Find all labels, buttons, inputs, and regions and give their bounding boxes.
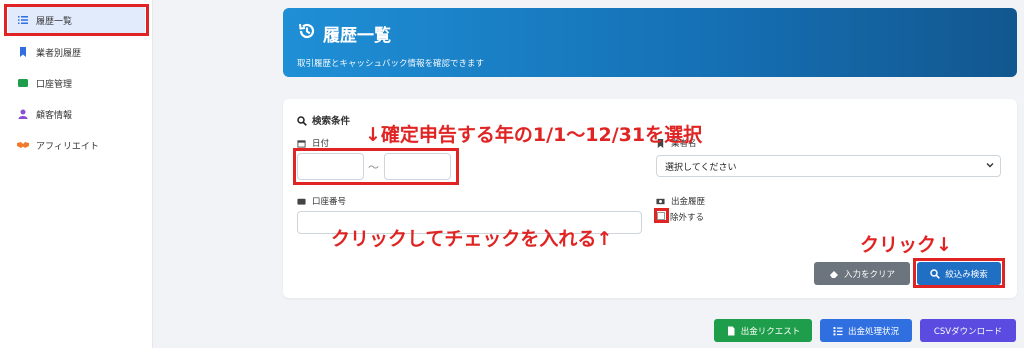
list-check-icon: [833, 326, 843, 335]
search-icon: [297, 115, 307, 126]
account-label: 口座番号: [297, 195, 346, 207]
wallet-icon: [297, 197, 306, 206]
annotation-check-note: クリックしてチェックを入れる↑: [331, 228, 613, 250]
withdraw-history-label: 出金履歴: [656, 195, 705, 207]
sidebar-item-label: アフィリエイト: [36, 141, 99, 152]
date-to-input[interactable]: [384, 153, 451, 180]
withdraw-status-button[interactable]: 出金処理状況: [820, 319, 912, 342]
date-label: 日付: [297, 137, 329, 149]
calendar-icon: [297, 139, 306, 148]
exclude-checkbox[interactable]: [657, 212, 665, 220]
eraser-icon: [829, 270, 838, 278]
sidebar: 履歴一覧 業者別履歴 口座管理 顧客情報 アフィリエイト: [0, 0, 153, 348]
sidebar-item-dealer-history[interactable]: 業者別履歴: [8, 39, 145, 65]
page-title: 履歴一覧: [323, 26, 391, 46]
dealer-select[interactable]: 選択してください: [656, 155, 1001, 177]
exclude-label: 除外する: [670, 213, 705, 223]
sidebar-item-history-list[interactable]: 履歴一覧: [8, 7, 145, 33]
filter-search-button[interactable]: 絞込み検索: [917, 262, 1001, 285]
handshake-icon: [16, 140, 30, 150]
date-separator: 〜: [368, 161, 379, 174]
withdraw-request-button[interactable]: 出金リクエスト: [714, 319, 812, 342]
annotation-click-note: クリック↓: [860, 234, 952, 256]
history-icon: [297, 21, 317, 41]
annotation-date-note: ↓確定申告する年の1/1〜12/31を選択: [365, 124, 703, 146]
chevron-down-icon: [986, 161, 994, 169]
csv-download-button[interactable]: CSVダウンロード: [920, 319, 1016, 342]
user-icon: [16, 109, 30, 119]
sidebar-item-label: 履歴一覧: [36, 16, 73, 27]
sidebar-item-label: 業者別履歴: [36, 48, 82, 59]
sidebar-item-affiliate[interactable]: アフィリエイト: [8, 132, 145, 158]
sidebar-item-label: 口座管理: [36, 79, 73, 90]
sidebar-item-label: 顧客情報: [36, 110, 73, 121]
list-icon: [16, 15, 30, 25]
money-icon: [656, 197, 665, 206]
sidebar-item-customer-info[interactable]: 顧客情報: [8, 101, 145, 127]
document-icon: [727, 326, 735, 335]
bookmark-icon: [16, 47, 30, 57]
wallet-icon: [16, 78, 30, 88]
search-icon: [930, 268, 941, 279]
page-header: 履歴一覧 取引履歴とキャッシュバック情報を確認できます: [283, 8, 1017, 77]
date-from-input[interactable]: [297, 153, 364, 180]
clear-input-button[interactable]: 入力をクリア: [814, 262, 910, 285]
page-subtitle: 取引履歴とキャッシュバック情報を確認できます: [297, 59, 485, 69]
search-title: 検索条件: [297, 113, 350, 127]
sidebar-item-account-management[interactable]: 口座管理: [8, 70, 145, 96]
